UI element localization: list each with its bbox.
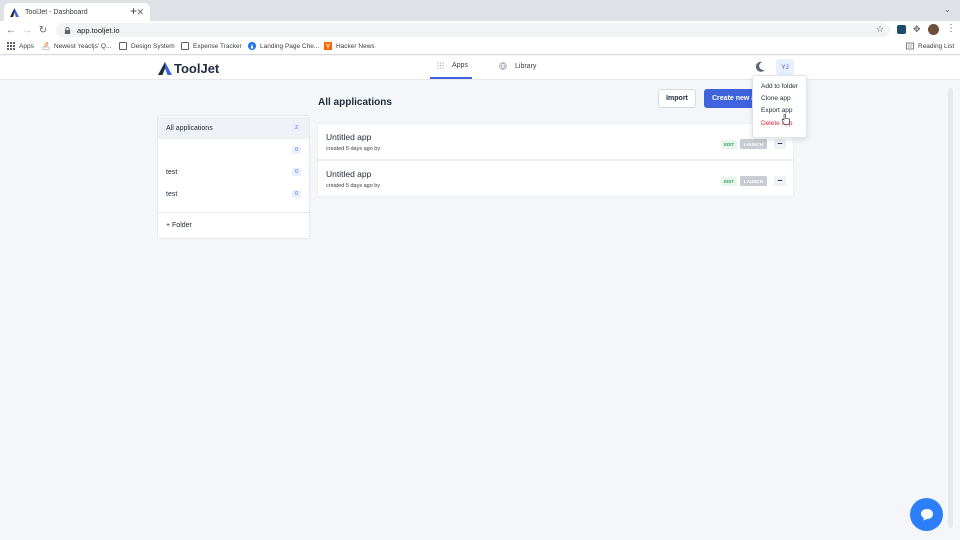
edit-button[interactable]: EDIT [721,177,737,186]
close-tab-icon[interactable]: ✕ [136,7,144,18]
hand-cursor-icon [781,114,790,125]
import-button[interactable]: Import [658,89,696,108]
folder-count-badge: 2 [292,124,301,132]
tab-apps[interactable]: Apps [437,62,468,69]
chevron-down-icon[interactable]: ⌄ [944,5,951,14]
app-card[interactable]: Untitled app created 5 days ago by EDIT … [317,123,794,160]
app-name: Untitled app [326,132,372,142]
profile-avatar[interactable] [928,24,939,35]
chat-bubble-icon [920,509,933,521]
bookmark-landing-page[interactable]: Landing Page Che... [248,42,319,50]
lock-icon [64,26,71,34]
app-card[interactable]: Untitled app created 5 days ago by EDIT … [317,160,794,197]
bookmark-label: Hacker News [336,42,375,50]
reading-list-label: Reading List [918,42,955,50]
bookmark-star-icon[interactable]: ☆ [876,24,884,35]
app-menu-button[interactable]: – [774,139,786,149]
tab-label: Apps [452,62,468,69]
app-context-menu: Add to folder Clone app Export app Delet… [752,75,807,138]
kebab-menu-icon[interactable]: ⋮ [946,23,956,34]
logo-text: ToolJet [174,61,220,76]
tooljet-favicon [10,7,19,17]
moon-icon[interactable] [754,61,766,73]
logo-mark-icon [158,62,172,75]
bookmark-apps[interactable]: Apps [7,42,34,50]
user-avatar[interactable]: YJ [776,59,794,75]
new-tab-icon[interactable]: + [130,4,137,18]
menu-item-export-app[interactable]: Export app [761,107,792,114]
bookmark-label: Design System [131,42,175,50]
menu-item-add-to-folder[interactable]: Add to folder [761,83,798,90]
browser-tab[interactable]: ToolJet - Dashboard ✕ [4,3,150,21]
bookmark-label: Landing Page Che... [260,42,320,50]
folder-name: All applications [166,124,213,132]
reading-list-icon [906,42,914,50]
hacker-news-icon [324,42,332,50]
app-header [0,56,960,80]
active-tab-indicator [430,77,472,79]
launch-button[interactable]: LAUNCH [740,176,767,186]
puzzle-icon[interactable]: ✥ [913,24,921,35]
lighthouse-icon [248,42,256,50]
folder-name: test [166,190,178,198]
folder-icon [119,42,127,50]
bookmark-reactjs[interactable]: Newest 'reactjs' Q... [42,42,111,50]
folder-count-badge: 0 [292,190,301,198]
page-title: All applications [318,97,392,108]
app-created-meta: created 5 days ago by [326,146,381,152]
reading-list[interactable]: Reading List [906,42,954,50]
globe-icon [499,62,507,70]
tab-library[interactable]: Library [499,62,536,70]
chat-button[interactable] [910,498,943,531]
bookmark-expense-tracker[interactable]: Expense Tracker [181,42,242,50]
folder-count-badge: 0 [292,146,301,154]
app-created-meta: created 5 days ago by [326,183,381,189]
bookmark-label: Newest 'reactjs' Q... [54,42,112,50]
launch-button[interactable]: LAUNCH [740,139,767,149]
address-bar[interactable]: app.tooljet.io [56,23,890,37]
forward-icon[interactable]: → [19,25,35,36]
folder-name: test [166,168,178,176]
add-folder-button[interactable]: + Folder [166,222,192,229]
folder-item[interactable]: test 0 [158,183,309,205]
back-icon[interactable]: ← [3,25,19,36]
folder-item[interactable]: test 0 [158,161,309,183]
bookmark-label: Apps [19,42,34,50]
tab-title: ToolJet - Dashboard [25,8,88,16]
bookmark-hacker-news[interactable]: Hacker News [324,42,375,50]
folder-count-badge: 0 [292,168,301,176]
app-name: Untitled app [326,169,372,179]
url-text: app.tooljet.io [77,25,120,35]
apps-grid-icon [7,42,15,50]
edit-button[interactable]: EDIT [721,140,737,149]
scrollbar[interactable] [948,88,953,528]
folder-all-applications[interactable]: All applications 2 [158,117,309,139]
divider [158,212,309,213]
bookmark-label: Expense Tracker [193,42,242,50]
tab-label: Library [515,62,537,70]
tooljet-logo[interactable]: ToolJet [158,61,219,76]
menu-item-clone-app[interactable]: Clone app [761,95,791,102]
folder-icon [181,42,189,50]
extension-icon[interactable] [897,25,906,34]
apps-grid-icon [437,62,444,69]
folder-item[interactable]: 0 [158,139,309,161]
app-menu-button[interactable]: – [774,176,786,186]
folders-sidebar: All applications 2 0 test 0 test 0 + Fol… [157,115,310,239]
reload-icon[interactable]: ↻ [35,25,51,36]
bookmarks-bar: Apps Newest 'reactjs' Q... Design System… [0,39,960,55]
stackoverflow-icon [42,42,50,50]
bookmark-design-system[interactable]: Design System [119,42,175,50]
